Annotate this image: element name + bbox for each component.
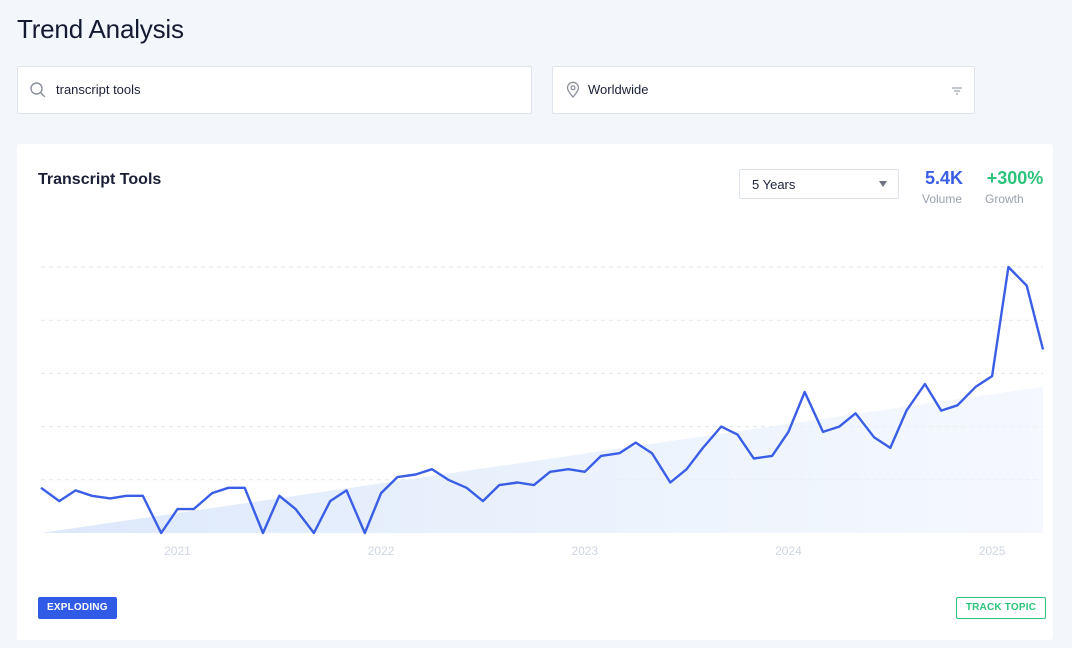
trend-area [41,386,1043,533]
trend-chart: 2021 2022 2023 2024 2025 [40,265,1045,558]
x-tick-label: 2023 [571,544,598,558]
page-title: Trend Analysis [17,14,184,44]
trend-card: Transcript Tools 5 Years 5.4K Volume +30… [17,144,1053,640]
search-input[interactable]: transcript tools [17,66,532,114]
volume-stat: 5.4K Volume [917,168,971,206]
caret-down-icon [879,181,887,187]
x-tick-label: 2022 [368,544,395,558]
card-title: Transcript Tools [38,171,162,188]
volume-value: 5.4K [924,168,964,188]
location-select[interactable]: Worldwide [552,66,975,114]
exploding-badge: EXPLODING [38,597,117,619]
growth-stat: +300% Growth [979,168,1051,206]
x-tick-label: 2024 [775,544,802,558]
volume-label: Volume [922,192,963,206]
search-input-value: transcript tools [56,82,141,97]
location-value: Worldwide [588,82,649,97]
location-pin-icon [566,81,580,98]
track-topic-button[interactable]: TRACK TOPIC [956,597,1046,619]
time-range-value: 5 Years [752,177,796,192]
search-icon [30,82,46,98]
x-tick-label: 2021 [164,544,191,558]
growth-label: Growth [985,192,1024,206]
growth-value: +300% [986,168,1044,188]
filter-icon[interactable] [950,84,964,98]
time-range-select[interactable]: 5 Years [739,169,899,199]
x-tick-label: 2025 [979,544,1006,558]
